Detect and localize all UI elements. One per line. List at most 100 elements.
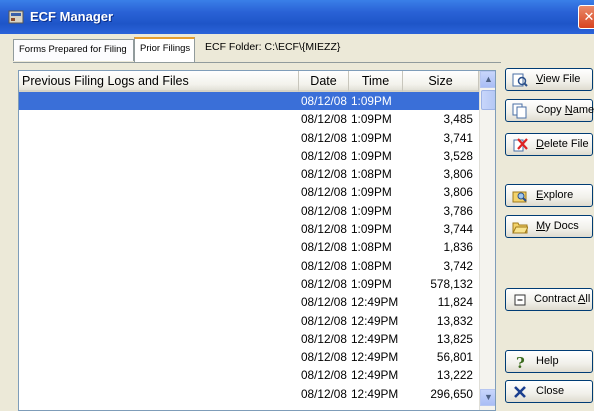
- cell-time: 12:49PM: [351, 386, 399, 401]
- list-item[interactable]: Ecf_Train Receipt BkPetCoverSheet 208/12…: [19, 129, 479, 147]
- delete-file-label: Delete File: [536, 138, 589, 150]
- filing-list[interactable]: Previous Filing Logs and Files Date Time…: [18, 70, 496, 411]
- column-header-name[interactable]: Previous Filing Logs and Files: [19, 71, 299, 92]
- svg-text:?: ?: [516, 354, 525, 370]
- window-title: ECF Manager: [30, 9, 114, 24]
- scroll-down-icon[interactable]: ▼: [480, 389, 495, 406]
- cell-size: 3,806: [443, 167, 473, 182]
- cell-time: 1:09PM: [351, 203, 392, 218]
- cell-size: 13,825: [436, 331, 473, 346]
- cell-date: 08/12/08: [301, 167, 347, 182]
- cell-date: 08/12/08: [301, 276, 347, 291]
- cell-size: 13,832: [436, 313, 473, 328]
- list-item[interactable]: Petition.PDF08/12/0812:49PM296,650: [19, 385, 479, 403]
- cell-size: 13,222: [436, 368, 473, 383]
- scroll-thumb[interactable]: [481, 90, 495, 110]
- cell-date: 08/12/08: [301, 222, 347, 237]
- cell-time: 1:08PM: [351, 240, 392, 255]
- title-bar[interactable]: ECF Manager ✕: [0, 0, 594, 34]
- list-header: Previous Filing Logs and Files Date Time…: [19, 71, 495, 92]
- app-icon: [8, 10, 24, 24]
- contract-all-button[interactable]: Contract All: [505, 288, 593, 311]
- cell-time: 1:09PM: [351, 112, 392, 127]
- vertical-scrollbar[interactable]: ▲ ▼: [479, 71, 495, 410]
- cell-size: 1,836: [443, 240, 473, 255]
- cell-size: 3,485: [443, 112, 473, 127]
- tab-prior-filings-label: Prior Filings: [140, 43, 191, 54]
- cell-size: 296,650: [430, 386, 473, 401]
- column-header-date[interactable]: Date: [299, 71, 349, 92]
- list-item[interactable]: Ecf_Train Receipt Case 2008-08-12@008/12…: [19, 147, 479, 165]
- cell-date: 08/12/08: [301, 148, 347, 163]
- cell-time: 1:08PM: [351, 258, 392, 273]
- cell-date: 08/12/08: [301, 130, 347, 145]
- cell-size: 578,132: [430, 276, 473, 291]
- view-file-button[interactable]: View File: [505, 68, 593, 91]
- explore-button[interactable]: Explore: [505, 184, 593, 207]
- cell-size: 3,806: [443, 185, 473, 200]
- delete-file-button[interactable]: Delete File: [505, 133, 593, 156]
- cell-date: 08/12/08: [301, 386, 347, 401]
- cell-size: 3,741: [443, 130, 473, 145]
- cell-time: 1:08PM: [351, 167, 392, 182]
- help-icon: ?: [516, 354, 525, 370]
- list-item[interactable]: Exhibit_D.pdf08/12/0812:49PM13,832: [19, 312, 479, 330]
- cell-time: 1:09PM: [351, 94, 392, 108]
- list-item[interactable]: Ecf_TrainFilingLog 2008-08-12@0107p08/12…: [19, 275, 479, 293]
- cell-time: 12:49PM: [351, 368, 399, 383]
- list-item[interactable]: Exhibit_D_J.pdf08/12/0812:49PM13,825: [19, 330, 479, 348]
- copy-icon: [512, 103, 527, 119]
- tree-node-folder[interactable]: Filed(Complete)_Train08/12/081:09PM: [19, 92, 479, 111]
- window-close-button[interactable]: ✕: [578, 5, 594, 29]
- cell-time: 12:49PM: [351, 350, 399, 365]
- cell-date: 08/12/08: [301, 313, 347, 328]
- list-item[interactable]: BkPetCoverSheet.PDF08/12/0812:49PM11,824: [19, 293, 479, 311]
- list-item[interactable]: Ecf_Train Receipt Form3 2008-08-12@08/12…: [19, 220, 479, 238]
- cell-time: 12:49PM: [351, 313, 399, 328]
- cell-date: 08/12/08: [301, 350, 347, 365]
- help-button[interactable]: ? Help: [505, 350, 593, 373]
- list-item[interactable]: Form3.pdf08/12/0812:49PM13,222: [19, 366, 479, 384]
- explore-label: Explore: [536, 189, 574, 201]
- copy-name-button[interactable]: Copy Name: [505, 99, 594, 122]
- cell-time: 1:09PM: [351, 222, 392, 237]
- cell-date: 08/12/08: [301, 258, 347, 273]
- cell-size: 11,824: [437, 295, 473, 310]
- cell-size: 3,744: [443, 222, 473, 237]
- contract-icon: [514, 294, 526, 306]
- list-item[interactable]: Ecf_Train Receipt Exhibit_D 2008-08-1:08…: [19, 165, 479, 183]
- list-item[interactable]: Ecf_Train Receipt Matrix 2008-08-12@(08/…: [19, 238, 479, 256]
- cell-time: 1:09PM: [351, 130, 392, 145]
- cell-date: 08/12/08: [301, 203, 347, 218]
- copy-name-label: Copy Name: [536, 104, 594, 116]
- cell-size: 3,742: [443, 258, 473, 273]
- list-item[interactable]: Ecf_Train Receipt SSNStm 2008-08-1208/12…: [19, 257, 479, 275]
- cell-date: 08/12/08: [301, 94, 347, 108]
- column-header-size[interactable]: Size: [403, 71, 479, 92]
- list-item[interactable]: Form22c.pdf08/12/0812:49PM56,801: [19, 348, 479, 366]
- list-item[interactable]: Ecf_Train Receipt Exhibit_D_J 2008-0808/…: [19, 183, 479, 201]
- cell-size: 3,528: [443, 148, 473, 163]
- view-file-label: View File: [536, 73, 581, 85]
- ecf-folder-path: C:\ECF\{MIEZZ}: [264, 41, 341, 53]
- tab-prior-filings[interactable]: Prior Filings: [134, 37, 195, 62]
- list-item[interactable]: Ecf_Train Receipt Form22c 2008-08-1208/1…: [19, 202, 479, 220]
- tab-panel-border: [13, 62, 501, 63]
- my-docs-button[interactable]: My Docs: [505, 215, 593, 238]
- cell-size: 3,786: [443, 203, 473, 218]
- cell-size: 56,801: [436, 350, 473, 365]
- cell-time: 12:49PM: [351, 331, 399, 346]
- tab-forms-prepared[interactable]: Forms Prepared for Filing: [13, 39, 134, 61]
- folder-open-icon: [512, 222, 528, 234]
- explore-icon: [512, 191, 527, 203]
- cell-date: 08/12/08: [301, 295, 347, 310]
- close-x-icon: [514, 386, 526, 398]
- close-label: Close: [536, 385, 565, 397]
- cell-date: 08/12/08: [301, 112, 347, 127]
- close-button[interactable]: Close: [505, 380, 593, 403]
- cell-time: 12:49PM: [351, 295, 399, 310]
- list-item[interactable]: Ecf_Train 2008-08-12@0107pm.htm08/12/081…: [19, 110, 479, 128]
- scroll-up-icon[interactable]: ▲: [480, 71, 495, 88]
- my-docs-label: My Docs: [536, 220, 579, 232]
- column-header-time[interactable]: Time: [349, 71, 403, 92]
